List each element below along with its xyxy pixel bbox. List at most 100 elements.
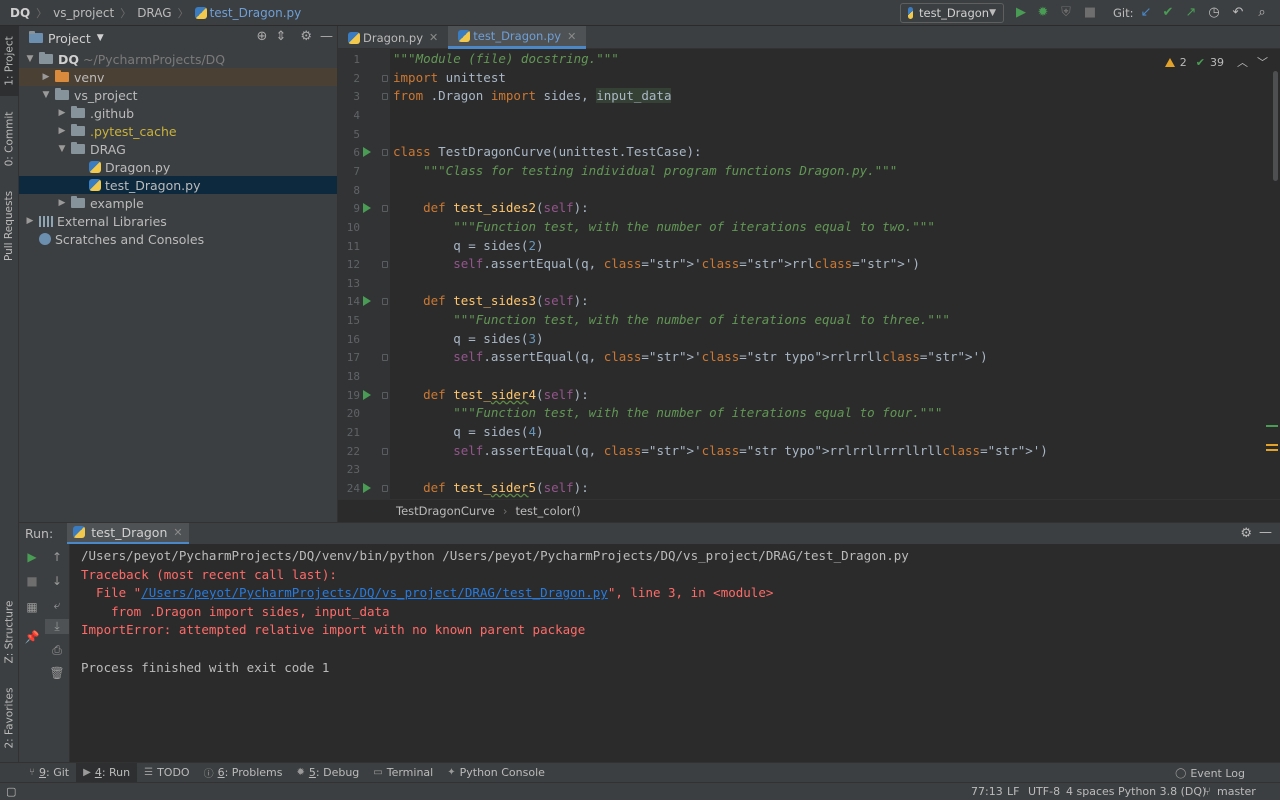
tree-item-vs-project[interactable]: ▼ vs_project bbox=[19, 86, 337, 104]
tool-tab-structure[interactable]: Z: Structure bbox=[0, 594, 19, 670]
run-console-output[interactable]: /Users/peyot/PycharmProjects/DQ/venv/bin… bbox=[70, 544, 1280, 762]
traceback-file-link[interactable]: /Users/peyot/PycharmProjects/DQ/vs_proje… bbox=[141, 585, 608, 600]
tab-dragon-py[interactable]: Dragon.py ✕ bbox=[338, 26, 448, 49]
toolwindow-run[interactable]: ▶ 4: Run bbox=[76, 762, 138, 783]
history-icon[interactable]: ◷ bbox=[1206, 5, 1222, 21]
tool-tab-pull-requests[interactable]: Pull Requests bbox=[0, 181, 19, 271]
toolwindow-problems[interactable]: ⓘ 6: Problems bbox=[197, 763, 290, 783]
run-test-icon[interactable] bbox=[363, 203, 371, 214]
project-view-select[interactable]: Project bbox=[48, 31, 91, 46]
toolwindow-debug[interactable]: ✹ 5: Debug bbox=[290, 763, 367, 783]
line-separator[interactable]: LF bbox=[1007, 783, 1019, 800]
toolwindow-python-console[interactable]: ✦ Python Console bbox=[440, 763, 552, 783]
scrollbar-thumb[interactable] bbox=[1273, 71, 1278, 181]
inspection-widget[interactable]: 2 ✔ 39 ︿ ﹀ bbox=[1164, 54, 1268, 70]
fold-icon[interactable] bbox=[382, 149, 388, 157]
breadcrumb-file[interactable]: test_Dragon.py bbox=[210, 6, 302, 20]
git-update-icon[interactable]: ↙ bbox=[1138, 5, 1154, 21]
tree-item-venv[interactable]: ▶ venv bbox=[19, 68, 337, 86]
debug-icon[interactable]: ✹ bbox=[1035, 5, 1051, 21]
fold-icon[interactable] bbox=[382, 74, 388, 82]
fold-icon[interactable] bbox=[382, 391, 388, 399]
run-test-icon[interactable] bbox=[363, 147, 371, 158]
collapse-all-icon[interactable]: ⇕ bbox=[275, 29, 286, 44]
hide-icon[interactable]: — bbox=[320, 29, 333, 44]
search-icon[interactable]: ⌕ bbox=[1254, 5, 1270, 21]
run-test-icon[interactable] bbox=[363, 389, 371, 400]
close-icon[interactable]: ✕ bbox=[429, 31, 438, 44]
stop-icon[interactable]: ■ bbox=[1082, 5, 1098, 21]
tree-item-drag[interactable]: ▼ DRAG bbox=[19, 140, 337, 158]
tool-tab-commit[interactable]: 0: Commit bbox=[0, 104, 19, 174]
run-test-icon[interactable] bbox=[363, 296, 371, 307]
error-stripe-mark bbox=[1266, 425, 1278, 427]
arrow-down-icon[interactable]: ↓ bbox=[45, 574, 69, 588]
indent-setting[interactable]: 4 spaces bbox=[1066, 783, 1115, 800]
tool-tab-project[interactable]: 1: Project bbox=[0, 26, 19, 96]
breadcrumb-method[interactable]: test_color() bbox=[515, 504, 580, 518]
gear-icon[interactable]: ⚙ bbox=[300, 29, 312, 44]
code-editor[interactable]: 1 2 3 4 5 6 7 8 9 10 11 12 13 14 15 16 17 18 19 20 21 22 23 24 … bbox=[338, 49, 1280, 499]
locate-file-icon[interactable]: ⊕ bbox=[257, 29, 268, 44]
stop-icon[interactable]: ■ bbox=[19, 574, 45, 588]
tree-item-dragon-py[interactable]: Dragon.py bbox=[19, 158, 337, 176]
close-icon[interactable]: ✕ bbox=[173, 526, 182, 539]
run-configuration-select[interactable]: test_Dragon ▼ bbox=[900, 3, 1004, 23]
breadcrumb-class[interactable]: TestDragonCurve bbox=[396, 504, 495, 518]
chevron-right-icon: ▶ bbox=[58, 126, 66, 136]
soft-wrap-icon[interactable]: ⤶ bbox=[45, 598, 69, 613]
chevron-down-icon[interactable]: ▼ bbox=[97, 33, 104, 43]
tool-tab-favorites[interactable]: 2: Favorites bbox=[0, 680, 19, 756]
hide-icon[interactable]: — bbox=[1259, 525, 1272, 540]
chevron-up-icon[interactable]: ︿ bbox=[1237, 54, 1248, 70]
git-push-icon[interactable]: ↗ bbox=[1183, 5, 1199, 21]
gear-icon[interactable]: ⚙ bbox=[1240, 526, 1252, 541]
fold-icon[interactable] bbox=[382, 93, 388, 101]
trash-icon[interactable]: 🗑 bbox=[45, 666, 69, 680]
toolwindow-terminal[interactable]: ▭ Terminal bbox=[366, 763, 440, 783]
breadcrumb-dq[interactable]: DQ bbox=[10, 6, 30, 20]
toolwindow-event-log[interactable]: ◯ Event Log bbox=[1168, 763, 1252, 783]
tree-item-github[interactable]: ▶ .github bbox=[19, 104, 337, 122]
git-branch[interactable]: master bbox=[1217, 783, 1256, 800]
tree-item-scratches[interactable]: Scratches and Consoles bbox=[19, 230, 337, 248]
caret-position[interactable]: 77:13 bbox=[971, 783, 1003, 800]
rollback-icon[interactable]: ↶ bbox=[1230, 5, 1246, 21]
fold-icon[interactable] bbox=[382, 447, 388, 455]
run-test-icon[interactable] bbox=[363, 482, 371, 493]
run-icon[interactable]: ▶ bbox=[1013, 5, 1029, 21]
run-tab[interactable]: test_Dragon ✕ bbox=[67, 522, 189, 545]
tab-test-dragon-py[interactable]: test_Dragon.py ✕ bbox=[448, 26, 587, 49]
chevron-down-icon[interactable]: ﹀ bbox=[1257, 54, 1268, 70]
file-encoding[interactable]: UTF-8 bbox=[1028, 783, 1060, 800]
layout-toggle-icon[interactable]: ▢ bbox=[6, 783, 16, 800]
arrow-up-icon[interactable]: ↑ bbox=[45, 550, 69, 564]
tree-item-label: vs_project bbox=[74, 87, 138, 103]
print-icon[interactable]: ⎙ bbox=[45, 643, 69, 658]
tree-item-external-libraries[interactable]: ▶ External Libraries bbox=[19, 212, 337, 230]
python-interpreter[interactable]: Python 3.8 (DQ) bbox=[1118, 783, 1206, 800]
tool-tab-favorites-label: 2: Favorites bbox=[3, 687, 16, 749]
editor-scrollbar[interactable] bbox=[1270, 71, 1280, 201]
fold-icon[interactable] bbox=[382, 261, 388, 269]
fold-icon[interactable] bbox=[382, 484, 388, 492]
breadcrumb-drag[interactable]: DRAG bbox=[137, 6, 171, 20]
layout-icon[interactable]: ▦ bbox=[19, 600, 45, 614]
scroll-to-end-icon[interactable]: ⤓ bbox=[45, 619, 69, 634]
pin-icon[interactable]: 📌 bbox=[19, 630, 45, 644]
breadcrumb-vs-project[interactable]: vs_project bbox=[53, 6, 114, 20]
close-icon[interactable]: ✕ bbox=[567, 30, 576, 43]
rerun-icon[interactable]: ▶ bbox=[19, 550, 45, 564]
tree-item-test-dragon-py[interactable]: test_Dragon.py bbox=[19, 176, 337, 194]
coverage-icon[interactable]: ⛨ bbox=[1058, 5, 1074, 21]
fold-icon[interactable] bbox=[382, 354, 388, 362]
python-file-icon bbox=[89, 179, 101, 191]
git-commit-icon[interactable]: ✔ bbox=[1160, 5, 1176, 21]
fold-icon[interactable] bbox=[382, 298, 388, 306]
tree-item-root[interactable]: ▼ DQ ~/PycharmProjects/DQ bbox=[19, 50, 337, 68]
fold-icon[interactable] bbox=[382, 205, 388, 213]
tree-item-pytest-cache[interactable]: ▶ .pytest_cache bbox=[19, 122, 337, 140]
tree-item-example[interactable]: ▶ example bbox=[19, 194, 337, 212]
toolwindow-todo[interactable]: ☰ TODO bbox=[137, 763, 196, 783]
toolwindow-git[interactable]: ⑂ 9: Git bbox=[22, 763, 76, 783]
